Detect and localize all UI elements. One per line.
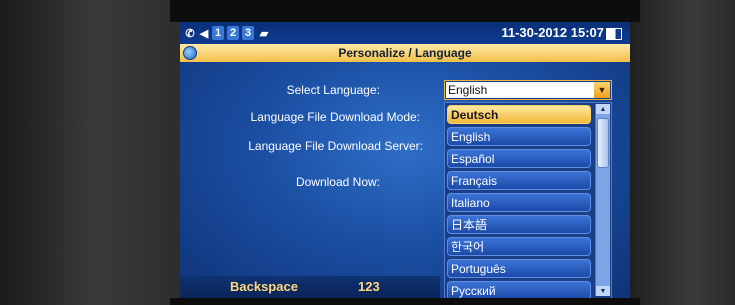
battery-icon (606, 28, 622, 40)
scroll-down-icon[interactable]: ▼ (596, 286, 610, 296)
language-select-value: English (448, 83, 488, 97)
page-title: Personalize / Language (338, 46, 472, 60)
language-option-japanese[interactable]: 日本語 (447, 215, 591, 234)
download-mode-label: Language File Download Mode: (250, 110, 420, 124)
device-bezel-top (170, 0, 640, 22)
backspace-softkey[interactable]: Backspace (230, 279, 298, 294)
device-bezel-left (0, 0, 180, 305)
language-option-deutsch[interactable]: Deutsch (447, 105, 591, 124)
device-bezel-right (630, 0, 735, 305)
language-option-portugues[interactable]: Português (447, 259, 591, 278)
line-3-icon: 3 (242, 26, 254, 40)
status-bar: ✆ ◀ 1 2 3 ▰ 11-30-2012 15:07 (180, 22, 630, 44)
language-option-english[interactable]: English (447, 127, 591, 146)
scroll-up-icon[interactable]: ▲ (596, 104, 610, 114)
language-option-italiano[interactable]: Italiano (447, 193, 591, 212)
language-dropdown-list: Deutsch English Español Français Italian… (444, 102, 612, 298)
select-language-label: Select Language: (286, 83, 380, 97)
volume-icon: ◀ (199, 27, 209, 40)
device-screen: ✆ ◀ 1 2 3 ▰ 11-30-2012 15:07 Personalize… (180, 22, 630, 298)
device-bezel-bottom (170, 298, 640, 305)
status-datetime: 11-30-2012 15:07 (501, 25, 604, 40)
language-option-russian[interactable]: Русский (447, 281, 591, 298)
language-option-espanol[interactable]: Español (447, 149, 591, 168)
input-mode-softkey[interactable]: 123 (358, 279, 380, 294)
scroll-thumb[interactable] (597, 118, 609, 168)
line-2-icon: 2 (227, 26, 239, 40)
language-option-francais[interactable]: Français (447, 171, 591, 190)
download-server-label: Language File Download Server: (248, 139, 423, 153)
download-now-label: Download Now: (295, 175, 380, 189)
folder-icon: ▰ (259, 27, 269, 40)
dropdown-scrollbar[interactable]: ▲ ▼ (595, 104, 610, 296)
phone-icon: ✆ (185, 27, 195, 40)
language-option-korean[interactable]: 한국어 (447, 237, 591, 256)
softkey-bar: Backspace 123 (180, 276, 440, 298)
language-select[interactable]: English ▼ (444, 80, 612, 100)
line-1-icon: 1 (212, 26, 224, 40)
chevron-down-icon[interactable]: ▼ (594, 82, 610, 98)
title-bar: Personalize / Language (180, 44, 630, 62)
